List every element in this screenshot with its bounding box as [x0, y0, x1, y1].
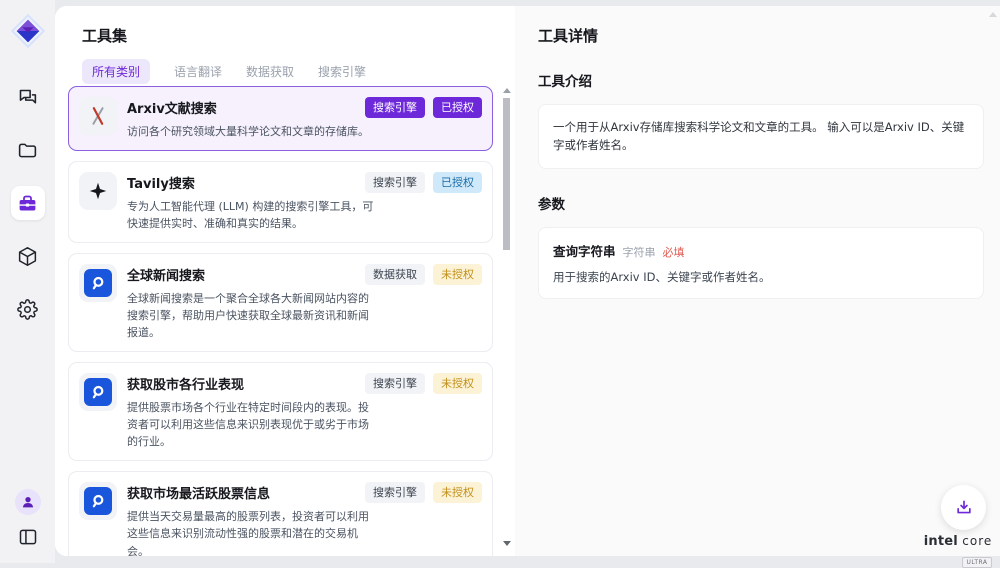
q-news-icon	[84, 378, 112, 406]
category-badge: 搜索引擎	[365, 373, 425, 394]
param-required-flag: 必填	[663, 244, 685, 260]
status-badge: 未授权	[433, 482, 482, 503]
params-heading: 参数	[538, 193, 984, 213]
scrollbar-thumb[interactable]	[503, 98, 510, 250]
category-badge: 搜索引擎	[365, 482, 425, 503]
q-news-icon	[84, 269, 112, 297]
panel-layout-icon	[18, 527, 38, 547]
category-badge: 搜索引擎	[365, 172, 425, 193]
tool-details-panel: 工具详情 工具介绍 一个用于从Arxiv存储库搜索科学论文和文章的工具。 输入可…	[515, 6, 1000, 556]
tab-all-categories[interactable]: 所有类别	[82, 59, 150, 84]
star-icon	[79, 172, 117, 210]
tool-card-arxiv[interactable]: Arxiv文献搜索 搜索引擎 已授权 访问各个研究领域大量科学论文和文章的存储库…	[68, 86, 493, 151]
tool-name: Arxiv文献搜索	[127, 97, 365, 117]
tool-description: 访问各个研究领域大量科学论文和文章的存储库。	[127, 123, 377, 140]
sidebar-item-chat[interactable]	[11, 80, 45, 114]
intro-box: 一个用于从Arxiv存储库搜索科学论文和文章的工具。 输入可以是Arxiv ID…	[538, 104, 984, 169]
status-badge: 已授权	[433, 172, 482, 193]
tool-description: 全球新闻搜索是一个聚合全球各大新闻网站内容的搜索引擎，帮助用户快速获取全球最新资…	[127, 290, 377, 341]
category-badge: 搜索引擎	[365, 97, 425, 118]
tool-name: 全球新闻搜索	[127, 264, 365, 284]
icon-frame	[79, 264, 117, 302]
scroll-down-arrow[interactable]	[503, 541, 511, 546]
icon-frame	[79, 373, 117, 411]
sidebar-item-files[interactable]	[11, 133, 45, 167]
tool-name: 获取市场最活跃股票信息	[127, 482, 365, 502]
q-news-icon	[84, 487, 112, 515]
scroll-up-arrow[interactable]	[503, 88, 511, 93]
panel-scroll-up-arrow[interactable]	[989, 12, 997, 17]
list-scrollbar	[502, 88, 511, 546]
arxiv-icon	[79, 97, 117, 135]
toolset-panel: 工具集 所有类别 语言翻译 数据获取 搜索引擎 Arxiv文献搜索	[55, 6, 515, 556]
param-name: 查询字符串	[553, 241, 616, 260]
param-description: 用于搜索的Arxiv ID、关键字或作者姓名。	[553, 269, 969, 285]
main-window: 工具集 所有类别 语言翻译 数据获取 搜索引擎 Arxiv文献搜索	[55, 6, 1000, 556]
folder-icon	[17, 140, 38, 161]
tab-data-fetch[interactable]: 数据获取	[246, 63, 294, 80]
app-logo-icon	[9, 12, 47, 50]
tab-search-engine[interactable]: 搜索引擎	[318, 63, 366, 80]
toolbox-icon	[17, 193, 38, 214]
tool-card-most-active-stocks[interactable]: 获取市场最活跃股票信息 搜索引擎 未授权 提供当天交易量最高的股票列表，投资者可…	[68, 471, 493, 556]
tool-card-tavily[interactable]: Tavily搜索 搜索引擎 已授权 专为人工智能代理 (LLM) 构建的搜索引擎…	[68, 161, 493, 243]
left-rail	[0, 0, 55, 563]
details-title: 工具详情	[538, 25, 984, 46]
category-badge: 数据获取	[365, 264, 425, 285]
tool-description: 专为人工智能代理 (LLM) 构建的搜索引擎工具，可快速提供实时、准确和真实的结…	[127, 198, 377, 232]
cube-icon	[17, 246, 38, 267]
core-wordmark: core	[962, 534, 992, 548]
tool-name: Tavily搜索	[127, 172, 365, 192]
status-badge: 未授权	[433, 373, 482, 394]
tool-description: 提供股票市场各个行业在特定时间段内的表现。投资者可以利用这些信息来识别表现优于或…	[127, 399, 377, 450]
tool-card-global-news[interactable]: 全球新闻搜索 数据获取 未授权 全球新闻搜索是一个聚合全球各大新闻网站内容的搜索…	[68, 253, 493, 352]
tab-translation[interactable]: 语言翻译	[174, 63, 222, 80]
category-tabs: 所有类别 语言翻译 数据获取 搜索引擎	[82, 59, 366, 84]
gear-icon	[17, 299, 38, 320]
toolset-title: 工具集	[82, 25, 127, 46]
chat-icon	[17, 87, 38, 108]
icon-frame	[79, 482, 117, 520]
status-badge: 已授权	[433, 97, 482, 118]
tool-list: Arxiv文献搜索 搜索引擎 已授权 访问各个研究领域大量科学论文和文章的存储库…	[68, 86, 493, 556]
tool-name: 获取股市各行业表现	[127, 373, 365, 393]
status-badge: 未授权	[433, 264, 482, 285]
intel-wordmark: intel	[924, 534, 958, 549]
intro-text: 一个用于从Arxiv存储库搜索科学论文和文章的工具。 输入可以是Arxiv ID…	[553, 118, 969, 155]
sidebar-item-tools[interactable]	[11, 186, 45, 220]
sidebar-item-packages[interactable]	[11, 239, 45, 273]
tool-description: 提供当天交易量最高的股票列表，投资者可以利用这些信息来识别流动性强的股票和潜在的…	[127, 508, 377, 556]
sidebar-item-settings[interactable]	[11, 292, 45, 326]
download-icon	[954, 498, 974, 518]
download-button[interactable]	[941, 485, 986, 530]
user-avatar[interactable]	[15, 489, 41, 515]
user-icon	[20, 494, 36, 510]
param-type: 字符串	[623, 244, 656, 260]
sidebar-toggle[interactable]	[14, 523, 42, 551]
intro-heading: 工具介绍	[538, 70, 984, 90]
tool-card-sector-performance[interactable]: 获取股市各行业表现 搜索引擎 未授权 提供股票市场各个行业在特定时间段内的表现。…	[68, 362, 493, 461]
param-box: 查询字符串 字符串 必填 用于搜索的Arxiv ID、关键字或作者姓名。	[538, 227, 984, 299]
